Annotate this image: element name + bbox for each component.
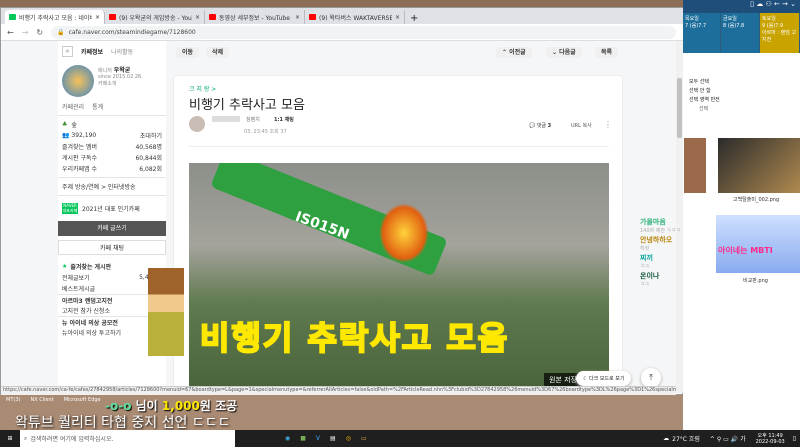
comment-icon: 💬 — [529, 123, 536, 129]
tree-icon: ♣ — [62, 121, 68, 128]
lock-icon: 🔒 — [57, 28, 65, 36]
select-none[interactable]: 선택 안 함 — [689, 87, 800, 96]
close-icon[interactable]: × — [95, 14, 100, 21]
url-input[interactable]: 🔒 cafe.naver.com/steamindiegame/7128600 — [51, 25, 676, 39]
tab-cafe-info[interactable]: 카페정보 — [81, 47, 103, 56]
scroll-top-button[interactable]: ⤒ — [641, 368, 661, 388]
file-thumbnail[interactable]: 아이네는 MBTI — [716, 215, 800, 273]
weather-widget[interactable]: 27°C 흐림 — [672, 434, 700, 443]
more-icon[interactable]: ⋮ — [604, 120, 612, 129]
cafe-topic[interactable]: 주제 방송/연예 > 인터넷방송 — [62, 182, 136, 191]
tab-bar: 비행기 추락사고 모음 : 네이버 카페× (9) 우왁굳의 게임방송 - Yo… — [1, 8, 684, 24]
calendar-day[interactable]: 토요일 9 (음)7.9 아르마 : 랜덤 고지전 — [760, 13, 800, 53]
article-title: 비행기 추락사고 모음 — [189, 98, 305, 113]
tab-youtube-2[interactable]: (9) 왁타버스 WAKTAVERSE - YouTube× — [305, 10, 405, 24]
people-icon: 👥 — [62, 132, 70, 139]
delete-button[interactable]: 삭제 — [206, 47, 230, 58]
cafe-chat-button[interactable]: 카페 채팅 — [58, 240, 166, 255]
chat-overlay: 가을마음 140자 제한 ㅋㅋㅋ 안녕하하오 히힛 찌끼 ㅋㅋ 온이나 ㅋㅋ — [640, 218, 681, 288]
calendar-day[interactable]: 금요일 8 (음)7.8 — [721, 13, 760, 53]
desktop-icon[interactable]: Microsoft Edge — [64, 397, 101, 403]
list-button[interactable]: 목록 — [595, 47, 619, 58]
author-name-blurred[interactable] — [212, 116, 240, 122]
cafe-intro-link[interactable]: 카페소개 — [98, 80, 143, 87]
minecraft-icon[interactable]: ■ — [300, 435, 306, 442]
naver-badge: NAVER 대표카페 — [62, 202, 78, 214]
invite-button[interactable]: 초대하기 — [140, 131, 162, 140]
pixel-character — [148, 268, 184, 356]
move-button[interactable]: 이동 — [176, 47, 200, 58]
close-icon[interactable]: × — [295, 14, 300, 21]
search-icon: ⌕ — [24, 434, 28, 442]
notification-icon[interactable]: ▯ — [793, 435, 796, 442]
cafe-admin-link[interactable]: 카페관리 — [62, 102, 84, 111]
dark-mode-button[interactable]: ☾ 다크 모드로 보기 — [576, 371, 632, 386]
fire-shape — [379, 203, 429, 263]
chrome-icon[interactable]: ◎ — [346, 435, 351, 442]
back-icon[interactable]: ← — [7, 28, 14, 37]
next-post-button[interactable]: ⌄ 다음글 — [546, 47, 582, 58]
board-link[interactable]: 크 지 랑 > — [189, 84, 216, 93]
address-bar-row: ← → ↻ 🔒 cafe.naver.com/steamindiegame/712… — [1, 24, 684, 41]
calendar-day[interactable]: 목요일 7 (음)7.7 — [683, 13, 721, 53]
taskbar: ⊞ ⌕ 검색하려면 여기에 입력하십시오. ◉ ■ V ▤ ◎ ▭ ☁ 27°C … — [0, 430, 800, 447]
forward-icon[interactable]: → — [22, 28, 29, 37]
status-bar-url: https://cafe.naver.com/ca-fe/cafes/27842… — [1, 386, 676, 395]
cafe-write-button[interactable]: 카페 글쓰기 — [58, 221, 166, 236]
tray-icons[interactable]: ^ ⚲ ▭ 🔊 가 — [710, 434, 746, 443]
file-thumbnail[interactable] — [684, 138, 706, 193]
board-all-posts[interactable]: 전체글보기 — [62, 273, 90, 282]
tab-cafe[interactable]: 비행기 추락사고 모음 : 네이버 카페× — [5, 10, 105, 24]
reload-icon[interactable]: ↻ — [36, 28, 43, 37]
vegas-icon[interactable]: V — [316, 435, 320, 442]
close-icon[interactable]: × — [195, 14, 200, 21]
youtube-icon — [109, 14, 116, 20]
url-copy-button[interactable]: URL 복사 — [571, 122, 592, 129]
scrollbar-thumb[interactable] — [677, 78, 682, 138]
app-icon[interactable]: ▤ — [330, 435, 336, 442]
select-all[interactable]: 모두 선택 — [689, 78, 800, 87]
edge-icon[interactable]: ◉ — [285, 435, 290, 442]
author-avatar[interactable] — [189, 116, 205, 132]
board-best[interactable]: 베스트게시글 — [62, 284, 95, 293]
stats-link[interactable]: 통계 — [92, 102, 103, 111]
board-arma-signup[interactable]: 고지전 참가 신청소 — [62, 306, 110, 315]
star-icon: ★ — [62, 263, 68, 270]
clock[interactable]: 오후 11:49 2022-09-03 — [756, 432, 785, 445]
windows-start-icon[interactable]: ⊞ — [0, 435, 20, 442]
stream-overlay-title: 비행기 추락사고 모음 — [199, 318, 510, 358]
star-icon[interactable]: ★ — [62, 45, 73, 57]
divider — [189, 146, 609, 147]
youtube-icon — [309, 14, 316, 20]
file-explorer-icon[interactable]: ▭ — [361, 435, 367, 442]
calendar-toolbar[interactable]: ▯ ☁ ⚇ ← → ⌄ — [683, 0, 800, 13]
tab-youtube-1[interactable]: (9) 우왁굳의 게임방송 - YouTube× — [105, 10, 205, 24]
tab-youtube-studio[interactable]: 동영상 세부정보 - YouTube Studio× — [205, 10, 305, 24]
prev-post-button[interactable]: ⌃ 이전글 — [496, 47, 532, 58]
comments-link[interactable]: 💬 댓글 3 — [529, 122, 551, 129]
desktop-icon[interactable]: NX Client — [30, 397, 53, 403]
desktop-icons: MT(3) NX Client Microsoft Edge — [6, 397, 101, 403]
right-windows: ▯ ☁ ⚇ ← → ⌄ 목요일 7 (음)7.7 금요일 8 (음)7.8 토요일 9… — [683, 0, 800, 430]
board-aine-costume[interactable]: 뉴아이네 의상 투고하기 — [62, 328, 121, 337]
youtube-icon — [209, 14, 216, 20]
tab-my-activity[interactable]: 나의활동 — [111, 47, 133, 56]
new-tab-button[interactable]: + — [405, 13, 423, 24]
desktop-icon[interactable]: MT(3) — [6, 397, 20, 403]
cafe-logo — [62, 65, 94, 97]
invert-selection[interactable]: 선택 영역 반전 — [689, 96, 800, 105]
naver-cafe-icon — [9, 14, 16, 20]
members-count[interactable]: 👥 392,190 — [62, 132, 96, 139]
stream-headline: 왁튜브 퀄리티 타협 중지 선언 ㄷㄷㄷ — [15, 415, 231, 431]
file-thumbnail[interactable] — [718, 138, 800, 193]
taskbar-search[interactable]: ⌕ 검색하려면 여기에 입력하십시오. — [20, 430, 235, 447]
close-icon[interactable]: × — [395, 14, 400, 21]
weather-icon[interactable]: ☁ — [663, 435, 669, 442]
manager-name[interactable]: 우왁굳 — [114, 67, 131, 74]
chat-button[interactable]: 1:1 채팅 — [274, 116, 294, 123]
